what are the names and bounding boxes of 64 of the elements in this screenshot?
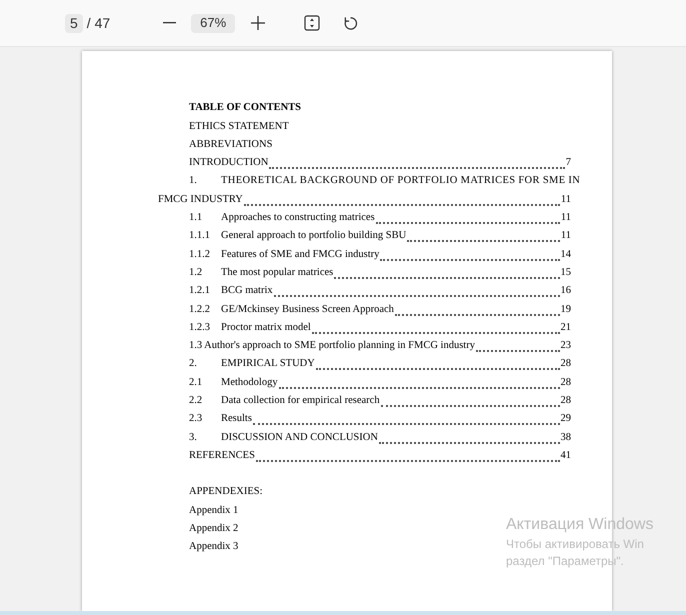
toc-entry-title: Proctor matrix model	[221, 320, 311, 335]
section-number: 1.	[189, 174, 198, 188]
toc-entry-title: Features of SME and FMCG industry	[221, 248, 380, 262]
section-number: 1.2.3	[189, 320, 211, 335]
appendix-entry: Appendix 3	[189, 540, 238, 554]
section-number: 1.2.1	[189, 284, 211, 298]
section-number: 2.1	[189, 376, 204, 390]
section-number: 1.1.2	[189, 248, 211, 262]
section-number: 1.1.1	[189, 229, 211, 244]
page-number: 11	[560, 192, 571, 207]
section-number: 1.2.2	[189, 302, 211, 317]
zoom-in-button[interactable]	[249, 14, 268, 32]
toc-entry-title: DISCUSSION AND CONCLUSION	[221, 430, 378, 445]
toc-entry-title: The most popular matrices	[221, 266, 334, 280]
page-number: 16	[560, 284, 571, 298]
page-number-field[interactable]: 5	[65, 14, 83, 32]
toc-entry-title: ABBREVIATIONS	[189, 138, 272, 152]
page-number: 19	[560, 302, 571, 317]
fit-page-button[interactable]	[303, 14, 322, 32]
page-number: 23	[560, 339, 571, 354]
page-number: 38	[560, 430, 571, 445]
toc-entry-title: INTRODUCTION	[189, 156, 268, 170]
section-number: 3.	[189, 430, 198, 445]
appendices-heading: APPENDEXIES:	[189, 485, 263, 500]
page-number: 7	[566, 156, 571, 170]
toc-entry-title: THEORETICAL BACKGROUND OF PORTFOLIO MATRICES FOR SME IN	[221, 174, 580, 188]
appendix-entry: Appendix 2	[189, 522, 238, 536]
page-number: 28	[560, 394, 571, 408]
toc-entry-title: General approach to portfolio building SBU	[221, 229, 406, 244]
page-total: / 47	[86, 14, 110, 32]
minus-icon	[162, 22, 176, 24]
page-number: 11	[560, 211, 571, 226]
page-number: 21	[560, 320, 571, 335]
page-number: 15	[560, 266, 571, 280]
toc-entry-title: REFERENCES	[189, 448, 255, 463]
page-number: 11	[560, 229, 571, 244]
toc-entry-title: Approaches to constructing matrices	[221, 211, 375, 226]
page-number: 28	[560, 357, 571, 372]
page-number: 41	[560, 448, 571, 463]
section-number: 2.	[189, 357, 198, 372]
toc-entry-title: BCG matrix	[221, 284, 273, 298]
plus-icon	[251, 16, 266, 30]
toc-entry-title: EMPIRICAL STUDY	[221, 357, 315, 372]
section-number: 2.3	[189, 412, 204, 426]
toc-entry-title: 1.3 Author's approach to SME portfolio planning in FMCG industry	[189, 339, 475, 354]
rotate-icon	[342, 16, 358, 30]
toc-entry-title: Methodology	[221, 376, 278, 390]
section-number: 1.1	[189, 211, 204, 226]
activation-text: раздел "Параметры".	[506, 554, 625, 569]
fit-page-icon	[304, 15, 320, 31]
zoom-level-field[interactable]: 67%	[191, 14, 236, 32]
appendix-entry: Appendix 1	[189, 504, 238, 518]
section-number: 2.2	[189, 394, 204, 408]
toc-entry-title: Results	[221, 412, 252, 426]
page-number: 29	[560, 412, 571, 426]
toc-entry-title: FMCG INDUSTRY	[158, 192, 243, 207]
toc-entry-title: Data collection for empirical research	[221, 394, 380, 408]
page-number: 14	[560, 248, 571, 262]
toc-entry-title: ETHICS STATEMENT	[189, 120, 289, 134]
toc-heading: TABLE OF CONTENTS	[189, 101, 302, 116]
activation-title: Активация Windows	[506, 515, 654, 535]
section-number: 1.2	[189, 266, 204, 280]
page-number: 28	[560, 376, 571, 390]
toc-entry-title: GE/Mckinsey Business Screen Approach	[221, 302, 394, 317]
